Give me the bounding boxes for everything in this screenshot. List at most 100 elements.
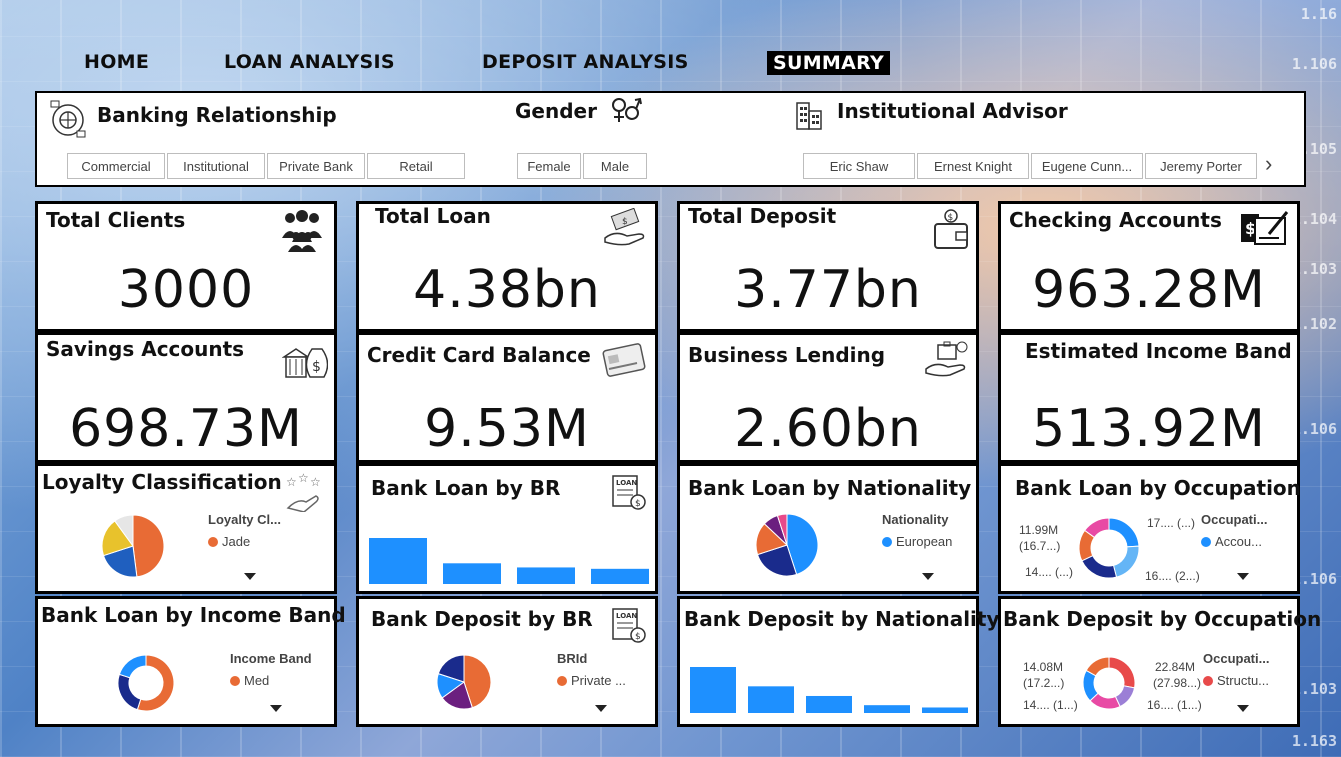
legend-dropdown-icon[interactable] <box>1237 573 1249 580</box>
legend-dot-icon <box>557 675 567 686</box>
data-label: 22.84M <box>1155 660 1196 674</box>
legend-dropdown-icon[interactable] <box>244 573 256 580</box>
data-label: 14.... (...) <box>1025 565 1074 579</box>
chart-card-bank-loan-by-income-band: Bank Loan by Income Band Income Band Med <box>35 596 346 727</box>
kpi-value: 698.73M <box>69 399 303 459</box>
legend-dot-icon <box>230 675 240 686</box>
slicer-option-advisor[interactable]: Ernest Knight <box>917 153 1029 179</box>
nav-home[interactable]: HOME <box>78 50 155 74</box>
slicer-option-advisor[interactable]: Eugene Cunn... <box>1031 153 1143 179</box>
legend-item[interactable]: Jade <box>208 534 250 549</box>
bar[interactable] <box>369 538 427 584</box>
loan-document-icon: LOAN $ <box>612 475 646 510</box>
nav-summary[interactable]: SUMMARY <box>767 51 891 75</box>
bar[interactable] <box>922 707 968 713</box>
bar[interactable] <box>864 705 910 713</box>
chart-card-bank-deposit-by-occupation: Bank Deposit by Occupation 14.08M (17.2.… <box>998 596 1321 727</box>
nav-loan-analysis[interactable]: LOAN ANALYSIS <box>218 50 401 74</box>
pie-slice[interactable] <box>1108 517 1140 548</box>
legend-label: Jade <box>222 534 251 549</box>
chart-title: Bank Deposit by Nationality <box>684 607 1000 631</box>
kpi-value: 9.53M <box>424 399 590 459</box>
legend-item[interactable]: Private ... <box>557 673 626 688</box>
deposit-by-br-pie-chart[interactable] <box>435 653 493 711</box>
svg-text:LOAN: LOAN <box>616 479 637 487</box>
legend-item[interactable]: Med <box>230 673 269 688</box>
slicer-option-institutional[interactable]: Institutional <box>167 153 265 179</box>
bank-moneybag-icon: $ <box>282 348 328 378</box>
bar[interactable] <box>690 667 736 713</box>
legend-title: Income Band <box>230 651 312 666</box>
legend-item[interactable]: Structu... <box>1203 673 1269 688</box>
kpi-card-credit-card-balance: Credit Card Balance 9.53M <box>356 332 658 463</box>
slicer-option-advisor[interactable]: Eric Shaw <box>803 153 915 179</box>
svg-text:$: $ <box>312 359 321 375</box>
slicer-option-retail[interactable]: Retail <box>367 153 465 179</box>
loyalty-pie-chart[interactable] <box>98 511 168 581</box>
chart-card-bank-loan-by-br: Bank Loan by BR LOAN $ <box>356 463 658 594</box>
pie-slice[interactable] <box>1108 656 1136 689</box>
slicer-option-male[interactable]: Male <box>583 153 647 179</box>
chart-title: Bank Loan by BR <box>371 476 561 500</box>
kpi-card-checking-accounts: Checking Accounts $ 963.28M <box>998 201 1300 332</box>
slicer-option-female[interactable]: Female <box>517 153 581 179</box>
data-label: (17.2...) <box>1023 676 1065 690</box>
filter-panel: Banking Relationship Commercial Institut… <box>35 91 1306 187</box>
legend-dropdown-icon[interactable] <box>595 705 607 712</box>
kpi-value: 3000 <box>117 260 255 320</box>
bar[interactable] <box>748 686 794 713</box>
ticker-value: 1.163 <box>1291 732 1337 750</box>
loan-document-icon: LOAN $ <box>612 608 646 643</box>
loan-by-nationality-pie-chart[interactable] <box>754 512 820 578</box>
kpi-card-estimated-income-band: Estimated Income Band 513.92M <box>998 332 1300 463</box>
bar[interactable] <box>443 563 501 584</box>
bar[interactable] <box>591 568 649 584</box>
kpi-title: Credit Card Balance <box>367 343 591 367</box>
bar[interactable] <box>517 567 575 584</box>
slicer-option-advisor[interactable]: Jeremy Porter <box>1145 153 1257 179</box>
kpi-card-savings-accounts: Savings Accounts $ 698.73M <box>35 332 337 463</box>
pie-slice[interactable] <box>1112 545 1140 578</box>
kpi-value: 4.38bn <box>413 260 601 320</box>
chart-card-bank-deposit-by-br: Bank Deposit by BR LOAN $ BRId Private .… <box>356 596 658 727</box>
loan-by-br-bar-chart[interactable] <box>369 534 649 584</box>
chart-title: Bank Deposit by Occupation <box>1003 607 1322 631</box>
legend-item[interactable]: Accou... <box>1201 534 1262 549</box>
kpi-card-total-loan: Total Loan $ 4.38bn <box>356 201 658 332</box>
legend-dot-icon <box>882 536 892 547</box>
loan-by-income-band-donut-chart[interactable] <box>116 653 176 713</box>
chart-title: Bank Loan by Nationality <box>688 476 972 500</box>
data-label: (16.7...) <box>1019 539 1061 553</box>
cheque-icon: $ <box>1241 211 1289 245</box>
kpi-value: 2.60bn <box>734 399 922 459</box>
data-label: 16.... (1...) <box>1147 698 1202 712</box>
banking-relationship-title: Banking Relationship <box>97 103 337 127</box>
pie-slice[interactable] <box>117 673 142 711</box>
slicer-option-commercial[interactable]: Commercial <box>67 153 165 179</box>
legend-item[interactable]: European <box>882 534 952 549</box>
bar[interactable] <box>806 695 852 713</box>
svg-text:$: $ <box>622 217 628 227</box>
chart-title: Loyalty Classification <box>42 470 282 494</box>
business-hand-icon <box>925 341 968 377</box>
legend-dropdown-icon[interactable] <box>1237 705 1249 712</box>
pie-slice[interactable] <box>118 654 147 679</box>
svg-text:☆: ☆ <box>310 475 321 489</box>
deposit-by-nationality-bar-chart[interactable] <box>690 663 975 717</box>
advisor-scroll-right-icon[interactable]: › <box>1265 151 1272 177</box>
deposit-by-occupation-donut-chart[interactable] <box>1081 655 1137 711</box>
loan-by-occupation-donut-chart[interactable] <box>1077 516 1141 580</box>
legend-label: Med <box>244 673 270 688</box>
data-label: 11.99M <box>1019 523 1059 537</box>
nav-deposit-analysis[interactable]: DEPOSIT ANALYSIS <box>476 50 695 74</box>
pie-slice[interactable] <box>1081 554 1118 579</box>
svg-text:$: $ <box>635 499 641 509</box>
legend-dot-icon <box>1203 675 1213 686</box>
legend-dropdown-icon[interactable] <box>270 705 282 712</box>
svg-text:$: $ <box>948 213 954 223</box>
legend-title: Nationality <box>882 512 949 527</box>
legend-dropdown-icon[interactable] <box>922 573 934 580</box>
kpi-title: Checking Accounts <box>1009 208 1222 232</box>
pie-slice[interactable] <box>132 514 165 578</box>
slicer-option-private-bank[interactable]: Private Bank <box>267 153 365 179</box>
